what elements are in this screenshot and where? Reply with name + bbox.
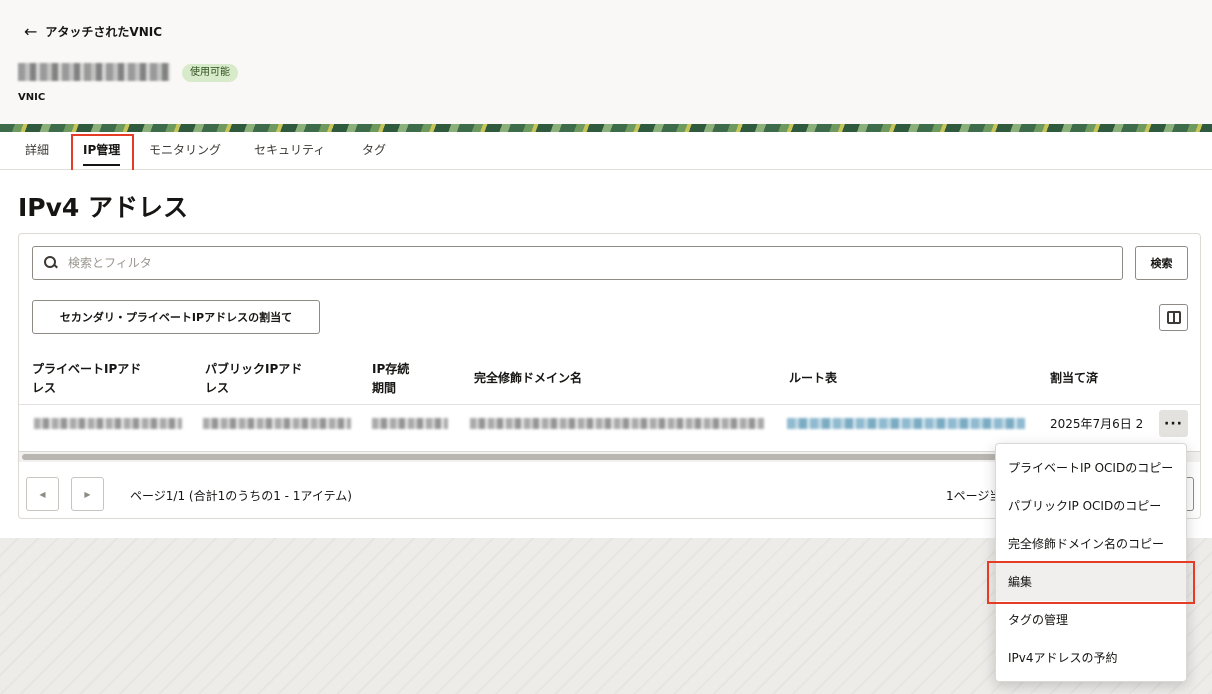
chevron-right-icon: ▶ [84, 489, 91, 499]
search-button[interactable]: 検索 [1135, 246, 1188, 280]
resource-type-label: VNIC [18, 92, 46, 103]
cell-fqdn-redacted [470, 418, 764, 429]
column-settings-button[interactable] [1159, 304, 1188, 331]
page-title: IPv4 アドレス [18, 193, 189, 222]
column-header-fqdn[interactable]: 完全修飾ドメイン名 [474, 369, 582, 388]
menu-item-copy-fqdn[interactable]: 完全修飾ドメイン名のコピー [996, 525, 1186, 563]
columns-icon [1166, 311, 1181, 324]
search-input[interactable] [68, 256, 1122, 270]
table-divider [19, 404, 1200, 405]
column-header-public-ip[interactable]: パブリックIPアド レス [205, 360, 302, 398]
status-badge: 使用可能 [182, 64, 238, 82]
column-header-private-ip[interactable]: プライベートIPアド レス [32, 360, 141, 398]
search-field[interactable] [32, 246, 1123, 280]
column-header-route-table[interactable]: ルート表 [789, 369, 837, 388]
cell-public-ip-redacted [203, 418, 351, 429]
back-link-label: アタッチされたVNIC [45, 25, 163, 39]
chevron-left-icon: ◀ [39, 489, 46, 499]
previous-page-button[interactable]: ◀ [26, 477, 59, 511]
arrow-left-icon: ← [24, 21, 38, 41]
resource-name-redacted [18, 63, 170, 81]
tab-security[interactable]: セキュリティ [254, 132, 325, 170]
highlight-box-edit [987, 561, 1195, 604]
cell-private-ip-redacted [34, 418, 182, 429]
menu-item-reserve-ipv4[interactable]: IPv4アドレスの予約 [996, 639, 1186, 677]
assign-secondary-ip-button[interactable]: セカンダリ・プライベートIPアドレスの割当て [32, 300, 320, 334]
column-header-ip-lifetime[interactable]: IP存続 期間 [372, 360, 409, 398]
menu-item-copy-private-ip-ocid[interactable]: プライベートIP OCIDのコピー [996, 449, 1186, 487]
cell-ip-lifetime-redacted [372, 418, 448, 429]
cell-assigned-date: 2025年7月6日 2 [1050, 417, 1144, 431]
items-per-page-label: 1ページ当たり [946, 489, 996, 503]
decorative-banner [0, 124, 1212, 132]
menu-item-manage-tags[interactable]: タグの管理 [996, 601, 1186, 639]
tab-bar: 詳細 IP管理 モニタリング セキュリティ タグ [0, 132, 1212, 170]
back-link[interactable]: ← アタッチされたVNIC [24, 23, 162, 40]
horizontal-scrollbar-thumb[interactable] [22, 454, 997, 460]
menu-item-copy-public-ip-ocid[interactable]: パブリックIP OCIDのコピー [996, 487, 1186, 525]
tab-details[interactable]: 詳細 [25, 132, 49, 170]
cell-route-table-link-redacted[interactable] [787, 418, 1025, 429]
tab-monitoring[interactable]: モニタリング [149, 132, 221, 170]
search-icon [44, 256, 58, 270]
row-actions-button[interactable]: ··· [1159, 410, 1188, 437]
page-header: ← アタッチされたVNIC 使用可能 VNIC [0, 0, 1212, 124]
tab-tags[interactable]: タグ [362, 132, 386, 170]
next-page-button[interactable]: ▶ [71, 477, 104, 511]
column-header-assigned[interactable]: 割当て済 [1050, 369, 1098, 388]
pagination-info: ページ1/1 (合計1のうちの1 - 1アイテム) [130, 489, 352, 503]
